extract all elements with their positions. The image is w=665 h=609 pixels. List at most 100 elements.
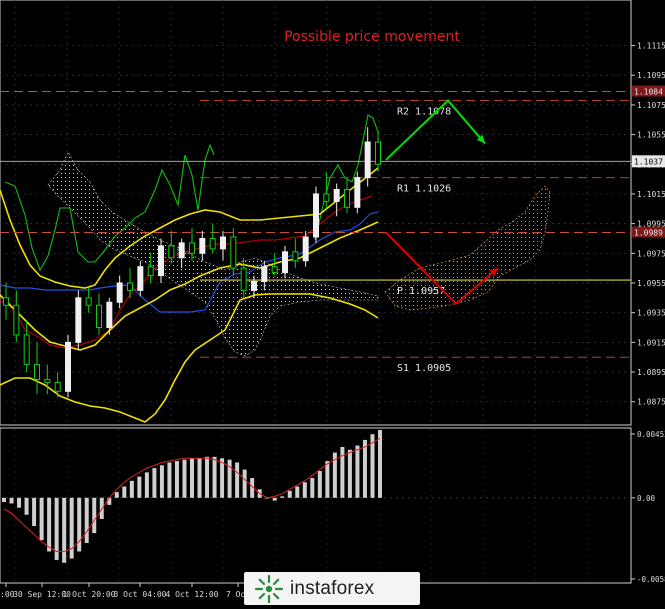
- macd-bar: [152, 468, 157, 498]
- candle-body-bull: [251, 281, 257, 291]
- macd-bar: [317, 470, 322, 498]
- y-tick-label: 1.1015: [637, 190, 665, 199]
- candle-body-bear: [230, 236, 237, 269]
- macd-bar: [378, 430, 382, 498]
- candle-body-bear: [13, 304, 20, 336]
- chart-canvas: R2 1.1078 R1 1.1026 P 1.0957 S1 1.0905 1.11…: [0, 0, 665, 599]
- candle-body-bear: [147, 266, 154, 277]
- macd-bar: [325, 461, 330, 498]
- candle: [354, 171, 361, 214]
- pivot-label-r2: R2 1.1078: [397, 106, 451, 117]
- chart-title: Possible price movement: [284, 29, 460, 45]
- current-price-tag: 1.1037: [634, 157, 663, 166]
- candle-body-bull: [261, 266, 268, 283]
- y-tick-label: 1.1075: [637, 101, 665, 110]
- candle-body-bull: [313, 193, 319, 238]
- candle-body-bull: [220, 236, 226, 250]
- candle-body-bear: [240, 267, 247, 291]
- macd-bar: [114, 492, 119, 498]
- candle: [75, 290, 82, 350]
- macd-bar: [39, 497, 44, 541]
- candle-body-bear: [23, 334, 30, 366]
- instaforex-logo-icon: [254, 574, 284, 603]
- candle-body-bear: [209, 237, 216, 250]
- macd-bar: [347, 449, 352, 498]
- price-tag-label: 1.1084: [634, 88, 663, 97]
- macd-bar: [272, 497, 277, 501]
- macd-bar: [92, 497, 97, 534]
- macd-bar: [62, 497, 67, 563]
- macd-bar: [205, 456, 210, 498]
- macd-bar: [144, 472, 149, 498]
- candle-body-bull: [364, 141, 371, 179]
- macd-bar: [174, 461, 179, 498]
- macd-bar: [295, 486, 300, 498]
- macd-bar: [122, 486, 127, 498]
- candle-body-bull: [178, 242, 185, 259]
- macd-y-tick-label: -0.00589: [637, 575, 665, 584]
- candle-body-bull: [106, 301, 113, 329]
- candle-body-bear: [3, 297, 9, 306]
- watermark-text: instaforex: [290, 577, 375, 599]
- candle-body-bear: [127, 282, 133, 291]
- pivot-label-p: P 1.0957: [397, 286, 445, 297]
- pivot-label-s1: S1 1.0905: [397, 363, 451, 374]
- macd-bar: [137, 476, 142, 498]
- candle-body-bear: [85, 297, 92, 306]
- candle-body-bull: [116, 282, 123, 303]
- candle-body-bull: [75, 297, 82, 343]
- macd-bar: [212, 456, 217, 498]
- candle-body-bear: [44, 378, 51, 383]
- macd-bar: [107, 497, 112, 505]
- macd-bar: [182, 459, 187, 498]
- macd-bar: [17, 497, 22, 508]
- candle-body-bull: [137, 266, 144, 291]
- macd-bar: [362, 439, 367, 498]
- macd-bar: [9, 497, 14, 504]
- x-tick-label: 1 Oct 20:00: [63, 590, 116, 599]
- candle-body-bear: [323, 193, 330, 202]
- x-tick-label: 4 Oct 12:00: [166, 590, 219, 599]
- macd-bar: [287, 490, 292, 498]
- macd-bar: [167, 462, 172, 498]
- macd-bar: [47, 497, 52, 552]
- candle-body-bear: [292, 251, 299, 262]
- macd-bar: [2, 497, 6, 503]
- candle-body-bear: [375, 141, 381, 165]
- candle: [313, 186, 319, 243]
- macd-bar: [197, 458, 202, 498]
- macd-bar: [190, 458, 194, 498]
- macd-y-tick-label: 0.00452: [637, 430, 665, 439]
- candle-body-bear: [189, 242, 195, 254]
- candle-body-bull: [65, 341, 71, 392]
- macd-bar: [242, 469, 247, 498]
- macd-bar: [280, 496, 285, 498]
- macd-bar: [32, 497, 37, 527]
- macd-bar: [220, 458, 225, 498]
- x-tick-label: 3 Oct 04:00: [114, 590, 167, 599]
- candle-body-bear: [54, 381, 61, 392]
- candle-body-bear: [96, 304, 102, 329]
- candle-body-bull: [282, 251, 288, 274]
- y-tick-label: 1.1055: [637, 131, 665, 140]
- macd-bar: [129, 480, 134, 498]
- macd-bar: [355, 445, 360, 498]
- y-tick-label: 1.1115: [637, 42, 665, 51]
- candle-body-bear: [34, 364, 40, 380]
- macd-bar: [310, 478, 315, 498]
- candle-body-bear: [344, 188, 350, 208]
- pivot-label-r1: R1 1.1026: [397, 184, 451, 195]
- y-tick-label: 1.1095: [637, 71, 665, 80]
- candle: [65, 334, 71, 398]
- y-tick-label: 1.0895: [637, 368, 665, 377]
- macd-bar: [302, 482, 307, 498]
- macd-bar: [84, 497, 89, 544]
- y-tick-label: 1.0875: [637, 398, 665, 407]
- macd-bar: [235, 462, 240, 498]
- candle-body-bear: [271, 266, 278, 274]
- macd-y-tick-label: 0.00: [637, 494, 656, 503]
- candle-body-bull: [333, 188, 340, 202]
- candle-body-bear: [168, 245, 175, 259]
- y-tick-label: 1.0935: [637, 309, 665, 318]
- forex-chart: R2 1.1078 R1 1.1026 P 1.0957 S1 1.0905 1.11…: [0, 0, 665, 605]
